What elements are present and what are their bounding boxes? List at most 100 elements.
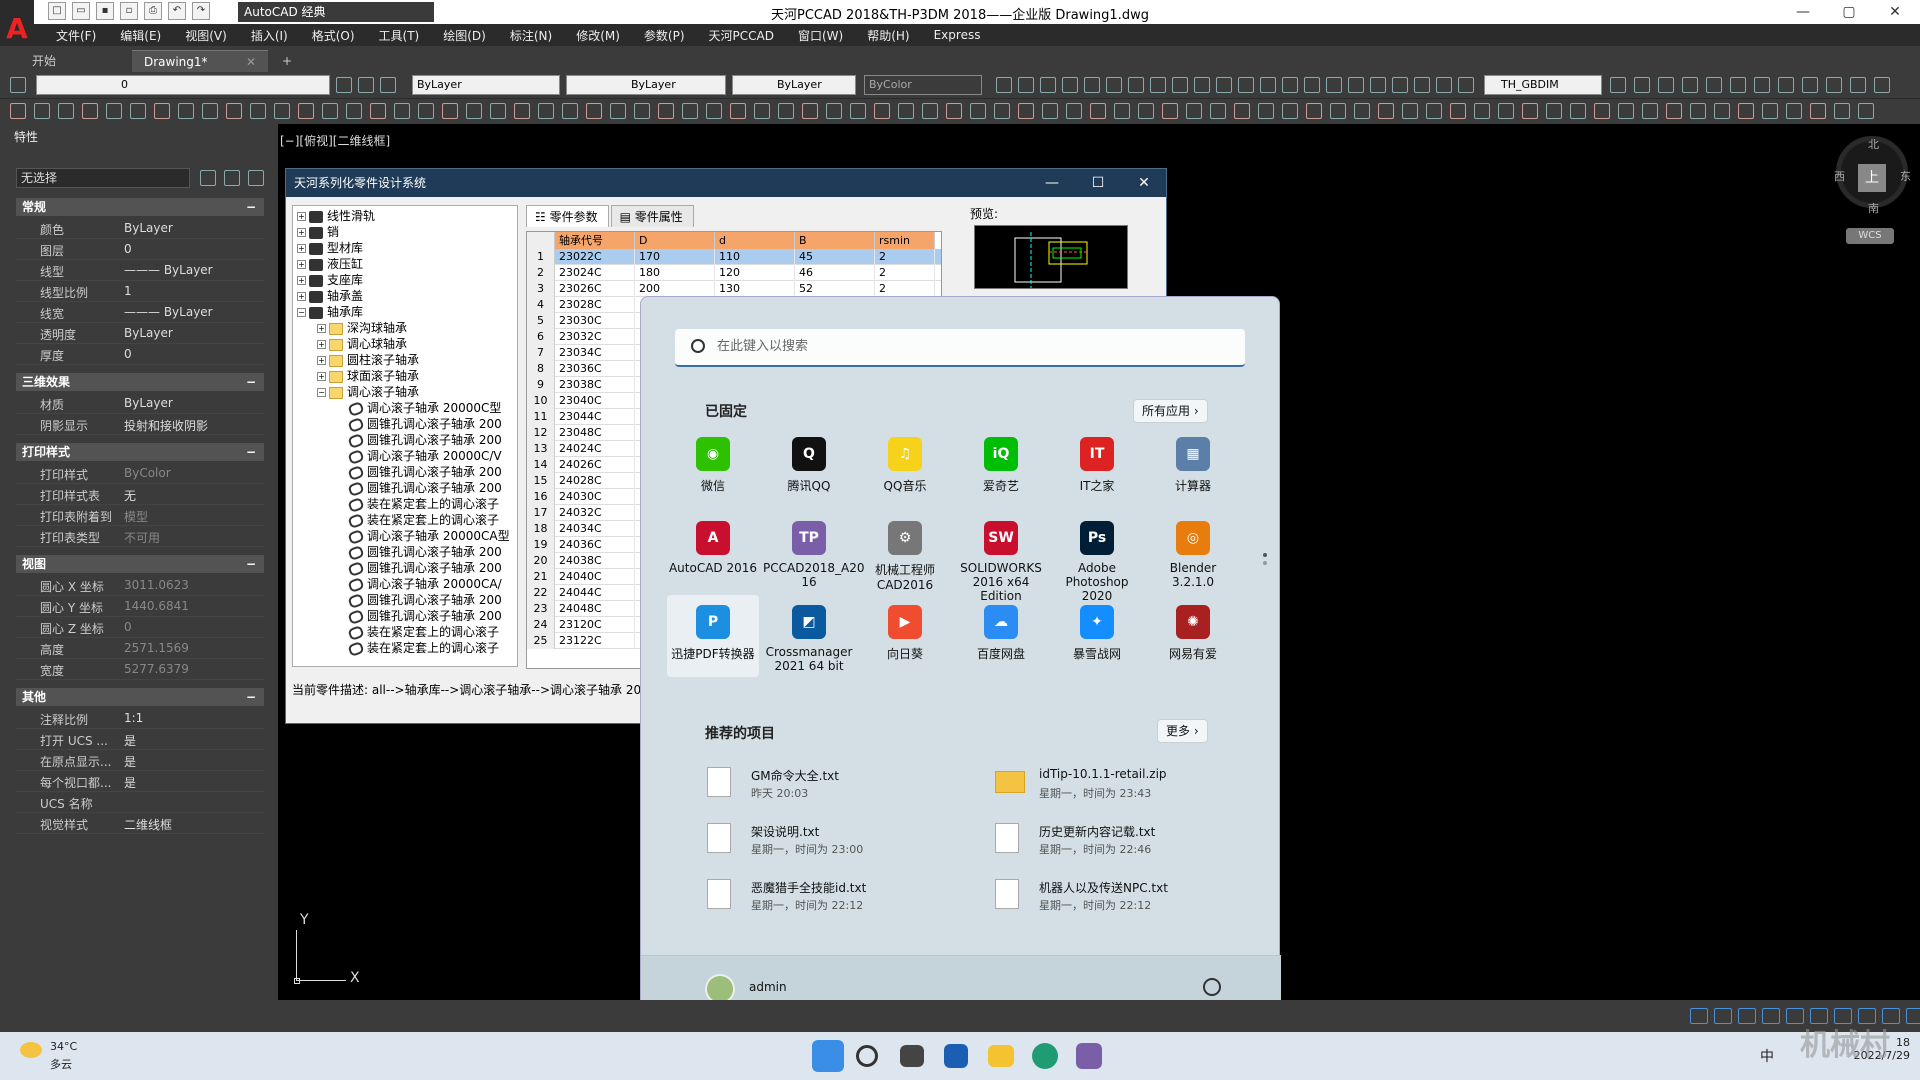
property-row[interactable]: 在原点显示... 是 [16, 750, 264, 771]
section-threed[interactable]: 三维效果 [16, 373, 264, 391]
recent-item[interactable]: 恶魔猎手全技能id.txt 星期一，时间为 22:12 [707, 875, 957, 919]
tree-node[interactable]: − 轴承库 [297, 304, 363, 320]
pccad-taskbar-icon[interactable] [1076, 1043, 1102, 1069]
tab-part-params[interactable]: ☷ 零件参数 [526, 205, 609, 227]
menu-item-4[interactable]: 格式(O) [300, 27, 367, 44]
wcs-menu[interactable]: WCS [1846, 228, 1894, 244]
viewport-controls[interactable]: [−][俯视][二维线框] [280, 132, 390, 149]
app-tile[interactable]: ▦ 计算器 [1147, 427, 1239, 509]
app-tile[interactable]: Q 腾讯QQ [763, 427, 855, 509]
property-row[interactable]: 圆心 X 坐标 3011.0623 [16, 575, 264, 596]
tool-icon[interactable] [538, 103, 554, 119]
table-row[interactable]: 2 23024C 180 120 46 2 [527, 265, 941, 281]
tab-part-attrs[interactable]: ▤ 零件属性 [610, 205, 694, 227]
user-name[interactable]: admin [749, 980, 787, 994]
tree-expander-icon[interactable]: + [297, 244, 306, 253]
tool-icon[interactable] [586, 103, 602, 119]
tree-node[interactable]: + 深沟球轴承 [317, 320, 407, 336]
app-tile[interactable]: A AutoCAD 2016 [667, 511, 759, 593]
tool-icon[interactable] [1642, 103, 1658, 119]
status-toggle-icon[interactable] [1762, 1008, 1780, 1024]
tree-expander-icon[interactable]: + [317, 324, 326, 333]
tool-icon[interactable] [1042, 103, 1058, 119]
tree-node[interactable]: + 球面滚子轴承 [317, 368, 419, 384]
tool-icon[interactable] [802, 103, 818, 119]
tool-icon[interactable] [1150, 77, 1166, 93]
table-cell[interactable]: 23034C [555, 345, 635, 361]
tool-icon[interactable] [1522, 103, 1538, 119]
tool-icon[interactable] [754, 103, 770, 119]
tool-icon[interactable] [130, 103, 146, 119]
table-cell[interactable]: 2 [875, 265, 935, 281]
table-cell[interactable]: 24038C [555, 553, 635, 569]
table-cell[interactable]: 23022C [555, 249, 635, 265]
tool-icon[interactable] [202, 103, 218, 119]
tool-icon[interactable] [1354, 103, 1370, 119]
search-taskbar-icon[interactable] [856, 1045, 878, 1067]
quick-select-icon[interactable] [248, 170, 264, 186]
tool-icon[interactable] [562, 103, 578, 119]
table-cell[interactable]: 110 [715, 249, 795, 265]
section-view[interactable]: 视图 [16, 555, 264, 573]
tree-expander-icon[interactable]: − [297, 308, 306, 317]
tool-icon[interactable] [778, 103, 794, 119]
tool-icon[interactable] [1330, 103, 1346, 119]
property-row[interactable]: 厚度 0 [16, 344, 264, 365]
tool-icon[interactable] [1658, 77, 1674, 93]
tool-icon[interactable] [250, 103, 266, 119]
tool-icon[interactable] [1450, 103, 1466, 119]
tool-icon[interactable] [1260, 77, 1276, 93]
tool-icon[interactable] [1850, 77, 1866, 93]
tool-icon[interactable] [106, 103, 122, 119]
recent-item[interactable]: GM命令大全.txt 昨天 20:03 [707, 763, 957, 807]
tool-icon[interactable] [1634, 77, 1650, 93]
tree-expander-icon[interactable]: + [297, 228, 306, 237]
close-button[interactable]: ✕ [1872, 0, 1918, 24]
layer-match-icon[interactable] [358, 77, 374, 93]
tool-icon[interactable] [1114, 103, 1130, 119]
tool-icon[interactable] [346, 103, 362, 119]
tree-node[interactable]: + 液压缸 [297, 256, 363, 272]
tool-icon[interactable] [826, 103, 842, 119]
tool-icon[interactable] [1436, 77, 1452, 93]
tool-icon[interactable] [730, 103, 746, 119]
layer-manager-icon[interactable] [10, 77, 26, 93]
tool-icon[interactable] [1062, 77, 1078, 93]
tree-expander-icon[interactable]: + [317, 372, 326, 381]
property-row[interactable]: 宽度 5277.6379 [16, 659, 264, 680]
table-cell[interactable]: 23024C [555, 265, 635, 281]
table-cell[interactable]: 52 [795, 281, 875, 297]
column-header[interactable]: D [635, 232, 715, 249]
tool-icon[interactable] [658, 103, 674, 119]
menu-item-9[interactable]: 参数(P) [632, 27, 697, 44]
menu-item-0[interactable]: 文件(F) [44, 27, 108, 44]
menu-item-3[interactable]: 插入(I) [239, 27, 300, 44]
property-row[interactable]: 颜色 ByLayer [16, 218, 264, 239]
tool-icon[interactable] [850, 103, 866, 119]
menu-item-12[interactable]: 帮助(H) [855, 27, 921, 44]
tree-expander-icon[interactable]: + [297, 260, 306, 269]
tool-icon[interactable] [274, 103, 290, 119]
tree-node[interactable]: 调心滚子轴承 20000C型 [337, 400, 501, 417]
tool-icon[interactable] [1210, 103, 1226, 119]
tree-node[interactable]: 圆锥孔调心滚子轴承 200 [337, 608, 502, 625]
redo-icon[interactable]: ↷ [192, 2, 210, 20]
table-cell[interactable]: 170 [635, 249, 715, 265]
tool-icon[interactable] [970, 103, 986, 119]
tree-node[interactable]: + 轴承盖 [297, 288, 363, 304]
tool-icon[interactable] [34, 103, 50, 119]
linetype-select[interactable]: ByLayer [566, 75, 726, 95]
section-plot[interactable]: 打印样式 [16, 443, 264, 461]
tool-icon[interactable] [682, 103, 698, 119]
tool-icon[interactable] [1194, 77, 1210, 93]
tool-icon[interactable] [1402, 103, 1418, 119]
property-row[interactable]: 高度 2571.1569 [16, 638, 264, 659]
table-cell[interactable]: 24024C [555, 441, 635, 457]
app-tile[interactable]: ✺ 网易有爱 [1147, 595, 1239, 677]
table-cell[interactable]: 23026C [555, 281, 635, 297]
dialog-close-button[interactable]: ✕ [1122, 169, 1166, 197]
tool-icon[interactable] [1730, 77, 1746, 93]
table-cell[interactable]: 24034C [555, 521, 635, 537]
status-toggle-icon[interactable] [1714, 1008, 1732, 1024]
tree-node[interactable]: 装在紧定套上的调心滚子 [337, 496, 499, 513]
